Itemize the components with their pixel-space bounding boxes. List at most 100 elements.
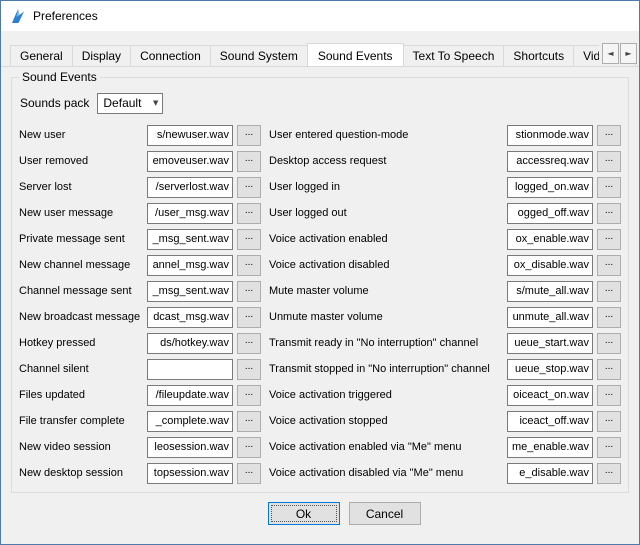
sound-file-input[interactable] (507, 359, 593, 380)
event-label: Voice activation enabled (269, 233, 507, 245)
browse-button[interactable]: ... (237, 463, 261, 484)
sound-file-input[interactable] (507, 177, 593, 198)
sound-file-input[interactable] (507, 281, 593, 302)
browse-button[interactable]: ... (237, 359, 261, 380)
browse-button[interactable]: ... (597, 437, 621, 458)
sound-file-input[interactable] (147, 463, 233, 484)
sound-file-input[interactable] (147, 411, 233, 432)
browse-button[interactable]: ... (237, 125, 261, 146)
tab-connection[interactable]: Connection (130, 45, 211, 66)
browse-button[interactable]: ... (597, 307, 621, 328)
event-label: Private message sent (19, 233, 147, 245)
sound-file-input[interactable] (147, 281, 233, 302)
sound-file-input[interactable] (147, 307, 233, 328)
browse-button[interactable]: ... (237, 411, 261, 432)
browse-button[interactable]: ... (237, 229, 261, 250)
tab-scroll-left-icon[interactable]: ◄ (602, 43, 619, 64)
tab-sound-events[interactable]: Sound Events (307, 43, 404, 67)
event-label: Channel message sent (19, 285, 147, 297)
row-new-video-session: New video session ... (19, 434, 261, 460)
event-label: New desktop session (19, 467, 147, 479)
browse-button[interactable]: ... (237, 281, 261, 302)
sound-file-input[interactable] (507, 307, 593, 328)
event-label: Server lost (19, 181, 147, 193)
row-channel-message-sent: Channel message sent ... (19, 278, 261, 304)
browse-button[interactable]: ... (237, 437, 261, 458)
row-voice-activation-disabled: Voice activation disabled ... (269, 252, 621, 278)
event-label: New channel message (19, 259, 147, 271)
sound-file-input[interactable] (147, 385, 233, 406)
sound-file-input[interactable] (507, 411, 593, 432)
row-user-logged-out: User logged out ... (269, 200, 621, 226)
browse-button[interactable]: ... (597, 359, 621, 380)
browse-button[interactable]: ... (237, 333, 261, 354)
app-logo-icon (10, 8, 26, 24)
row-files-updated: Files updated ... (19, 382, 261, 408)
sound-file-input[interactable] (147, 333, 233, 354)
sound-file-input[interactable] (507, 151, 593, 172)
event-label: User logged in (269, 181, 507, 193)
browse-button[interactable]: ... (597, 177, 621, 198)
event-label: Transmit ready in "No interruption" chan… (269, 337, 507, 349)
row-desktop-access-request: Desktop access request ... (269, 148, 621, 174)
sound-file-input[interactable] (507, 229, 593, 250)
title-bar[interactable]: Preferences (1, 1, 639, 31)
tab-shortcuts[interactable]: Shortcuts (503, 45, 574, 66)
window-title: Preferences (33, 9, 98, 23)
event-label: New user message (19, 207, 147, 219)
sound-file-input[interactable] (147, 177, 233, 198)
row-voice-activation-disabled-me-menu: Voice activation disabled via "Me" menu … (269, 460, 621, 486)
sound-file-input[interactable] (147, 229, 233, 250)
browse-button[interactable]: ... (597, 463, 621, 484)
row-new-desktop-session: New desktop session ... (19, 460, 261, 486)
sound-file-input[interactable] (507, 385, 593, 406)
browse-button[interactable]: ... (597, 333, 621, 354)
tab-general[interactable]: General (10, 45, 73, 66)
sound-file-input[interactable] (507, 437, 593, 458)
row-hotkey-pressed: Hotkey pressed ... (19, 330, 261, 356)
browse-button[interactable]: ... (237, 307, 261, 328)
sound-events-column-left: New user ... User removed ... Server los… (19, 122, 261, 486)
row-new-user-message: New user message ... (19, 200, 261, 226)
row-new-user: New user ... (19, 122, 261, 148)
browse-button[interactable]: ... (597, 203, 621, 224)
sound-file-input[interactable] (147, 151, 233, 172)
event-label: New user (19, 129, 147, 141)
row-voice-activation-enabled: Voice activation enabled ... (269, 226, 621, 252)
sound-file-input[interactable] (507, 463, 593, 484)
sound-event-columns: New user ... User removed ... Server los… (19, 122, 621, 486)
cancel-button[interactable]: Cancel (349, 502, 421, 525)
browse-button[interactable]: ... (597, 125, 621, 146)
sound-file-input[interactable] (147, 255, 233, 276)
event-label: Voice activation disabled (269, 259, 507, 271)
sound-file-input[interactable] (507, 203, 593, 224)
browse-button[interactable]: ... (597, 229, 621, 250)
group-title: Sound Events (19, 70, 100, 84)
sound-file-input[interactable] (147, 437, 233, 458)
sound-file-input[interactable] (147, 359, 233, 380)
browse-button[interactable]: ... (597, 255, 621, 276)
sounds-pack-select[interactable]: Default ▼ (97, 93, 163, 114)
sound-file-input[interactable] (507, 333, 593, 354)
sound-file-input[interactable] (507, 125, 593, 146)
sound-file-input[interactable] (147, 203, 233, 224)
browse-button[interactable]: ... (237, 255, 261, 276)
ok-button[interactable]: Ok (268, 502, 340, 525)
browse-button[interactable]: ... (237, 151, 261, 172)
tab-display[interactable]: Display (72, 45, 131, 66)
browse-button[interactable]: ... (237, 385, 261, 406)
tab-text-to-speech[interactable]: Text To Speech (403, 45, 505, 66)
browse-button[interactable]: ... (237, 203, 261, 224)
tab-scroll-right-icon[interactable]: ► (620, 43, 637, 64)
sound-file-input[interactable] (147, 125, 233, 146)
sound-file-input[interactable] (507, 255, 593, 276)
tab-sound-system[interactable]: Sound System (210, 45, 308, 66)
browse-button[interactable]: ... (597, 151, 621, 172)
browse-button[interactable]: ... (237, 177, 261, 198)
chevron-down-icon: ▼ (153, 99, 158, 107)
row-user-logged-in: User logged in ... (269, 174, 621, 200)
row-file-transfer-complete: File transfer complete ... (19, 408, 261, 434)
browse-button[interactable]: ... (597, 281, 621, 302)
browse-button[interactable]: ... (597, 385, 621, 406)
browse-button[interactable]: ... (597, 411, 621, 432)
